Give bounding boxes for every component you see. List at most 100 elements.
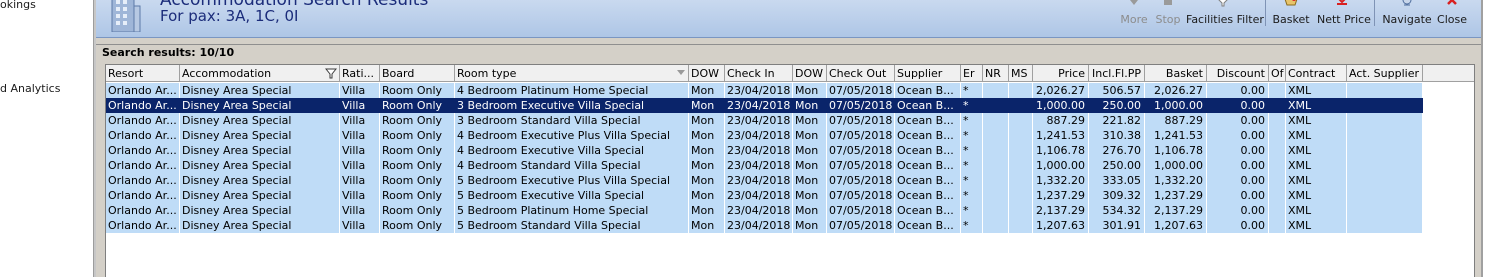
column-filter-icon[interactable] [325, 68, 337, 79]
column-header-rating[interactable]: Rati... [340, 65, 380, 82]
cell-check-in: 23/04/2018 [725, 143, 793, 158]
column-header-discount[interactable]: Discount [1207, 65, 1269, 82]
cell-room-type: 4 Bedroom Standard Villa Special [455, 158, 689, 173]
navigate-icon [1402, 0, 1412, 6]
cell-room-type: 3 Bedroom Standard Villa Special [455, 113, 689, 128]
cell-act-supplier [1347, 203, 1423, 218]
cell-act-supplier [1347, 188, 1423, 203]
cell-er: * [961, 218, 983, 233]
nett-price-label: Nett Price [1317, 13, 1371, 26]
table-row[interactable]: Orlando Ar... Disney Area Special Villa Roo… [106, 113, 1423, 128]
cell-er: * [961, 143, 983, 158]
cell-resort: Orlando Ar... [106, 173, 180, 188]
cell-dow-out: Mon [793, 83, 827, 98]
column-header-er[interactable]: Er [961, 65, 983, 82]
basket-label: Basket [1272, 13, 1310, 26]
cell-accommodation: Disney Area Special [180, 128, 340, 143]
column-header-accommodation[interactable]: Accommodation [180, 65, 340, 82]
cell-incl-fl-pp: 301.91 [1089, 218, 1145, 233]
cell-accommodation: Disney Area Special [180, 113, 340, 128]
column-header-filler [1423, 65, 1474, 82]
cell-incl-fl-pp: 310.38 [1089, 128, 1145, 143]
stop-button[interactable]: Stop [1152, 0, 1184, 28]
table-row[interactable]: Orlando Ar... Disney Area Special Villa Roo… [106, 143, 1423, 158]
column-header-resort[interactable]: Resort [106, 65, 180, 82]
nav-item-analytics[interactable]: d Analytics [0, 82, 60, 95]
grid-header: Resort Accommodation Rati... Board Room type… [106, 65, 1474, 82]
column-header-incl-fl-pp[interactable]: Incl.Fl.PP [1089, 65, 1145, 82]
cell-room-type: 4 Bedroom Executive Plus Villa Special [455, 128, 689, 143]
column-header-dow-out[interactable]: DOW [793, 65, 827, 82]
cell-check-out: 07/05/2018 [827, 188, 895, 203]
column-header-dow-in[interactable]: DOW [689, 65, 725, 82]
navigate-button[interactable]: Navigate [1382, 0, 1432, 28]
cell-rating: Villa [340, 203, 380, 218]
cell-rating: Villa [340, 83, 380, 98]
cell-rating: Villa [340, 158, 380, 173]
table-row[interactable]: Orlando Ar... Disney Area Special Villa Roo… [106, 83, 1423, 98]
nav-item-bookings[interactable]: okings [0, 0, 36, 11]
cell-price: 1,000.00 [1033, 158, 1089, 173]
column-header-price[interactable]: Price [1033, 65, 1089, 82]
cell-er: * [961, 83, 983, 98]
cell-incl-fl-pp: 309.32 [1089, 188, 1145, 203]
column-header-act-supplier[interactable]: Act. Supplier [1347, 65, 1423, 82]
column-header-supplier[interactable]: Supplier [895, 65, 961, 82]
more-button[interactable]: More [1116, 0, 1152, 28]
cell-check-in: 23/04/2018 [725, 98, 793, 113]
cell-accommodation: Disney Area Special [180, 218, 340, 233]
cell-price: 1,241.53 [1033, 128, 1089, 143]
cell-of [1269, 203, 1286, 218]
cell-incl-fl-pp: 221.82 [1089, 113, 1145, 128]
cell-board: Room Only [380, 173, 455, 188]
cell-check-out: 07/05/2018 [827, 158, 895, 173]
table-row-selected[interactable]: Orlando Ar... Disney Area Special Villa Roo… [106, 98, 1423, 113]
column-header-check-out[interactable]: Check Out [827, 65, 895, 82]
cell-of [1269, 173, 1286, 188]
facilities-filter-button[interactable]: Facilities Filter [1186, 0, 1264, 28]
cell-of [1269, 143, 1286, 158]
cell-accommodation: Disney Area Special [180, 158, 340, 173]
cell-price: 1,106.78 [1033, 143, 1089, 158]
cell-dow-in: Mon [689, 158, 725, 173]
table-row[interactable]: Orlando Ar... Disney Area Special Villa Roo… [106, 158, 1423, 173]
column-header-check-in[interactable]: Check In [725, 65, 793, 82]
column-header-of[interactable]: Of [1269, 65, 1286, 82]
table-row[interactable]: Orlando Ar... Disney Area Special Villa Roo… [106, 218, 1423, 233]
cell-dow-out: Mon [793, 143, 827, 158]
sort-arrow-icon [677, 70, 685, 75]
column-header-contract[interactable]: Contract [1286, 65, 1347, 82]
column-header-basket[interactable]: Basket [1145, 65, 1207, 82]
cell-accommodation: Disney Area Special [180, 83, 340, 98]
cell-dow-in: Mon [689, 128, 725, 143]
cell-act-supplier [1347, 113, 1423, 128]
close-button[interactable]: Close [1436, 0, 1468, 28]
column-header-ms[interactable]: MS [1009, 65, 1033, 82]
table-row[interactable]: Orlando Ar... Disney Area Special Villa Roo… [106, 128, 1423, 143]
cell-contract: XML [1286, 98, 1347, 113]
cell-contract: XML [1286, 113, 1347, 128]
cell-resort: Orlando Ar... [106, 128, 180, 143]
cell-resort: Orlando Ar... [106, 158, 180, 173]
cell-supplier: Ocean B... [895, 188, 961, 203]
cell-resort: Orlando Ar... [106, 83, 180, 98]
stop-icon [1164, 0, 1172, 5]
cell-room-type: 4 Bedroom Platinum Home Special [455, 83, 689, 98]
column-header-board[interactable]: Board [380, 65, 455, 82]
cell-dow-out: Mon [793, 128, 827, 143]
results-grid[interactable]: Resort Accommodation Rati... Board Room type… [105, 64, 1475, 277]
cell-contract: XML [1286, 143, 1347, 158]
table-row[interactable]: Orlando Ar... Disney Area Special Villa Roo… [106, 203, 1423, 218]
column-header-room-type[interactable]: Room type [455, 65, 689, 82]
results-summary: Search results: 10/10 [102, 46, 235, 59]
cell-ms [1009, 218, 1033, 233]
cell-act-supplier [1347, 98, 1423, 113]
table-row[interactable]: Orlando Ar... Disney Area Special Villa Roo… [106, 188, 1423, 203]
basket-button[interactable]: Basket [1271, 0, 1311, 28]
table-row[interactable]: Orlando Ar... Disney Area Special Villa Roo… [106, 173, 1423, 188]
column-header-nr[interactable]: NR [983, 65, 1009, 82]
cell-dow-in: Mon [689, 83, 725, 98]
nett-price-button[interactable]: Nett Price [1317, 0, 1371, 28]
cell-ms [1009, 203, 1033, 218]
cell-basket: 1,000.00 [1145, 158, 1207, 173]
